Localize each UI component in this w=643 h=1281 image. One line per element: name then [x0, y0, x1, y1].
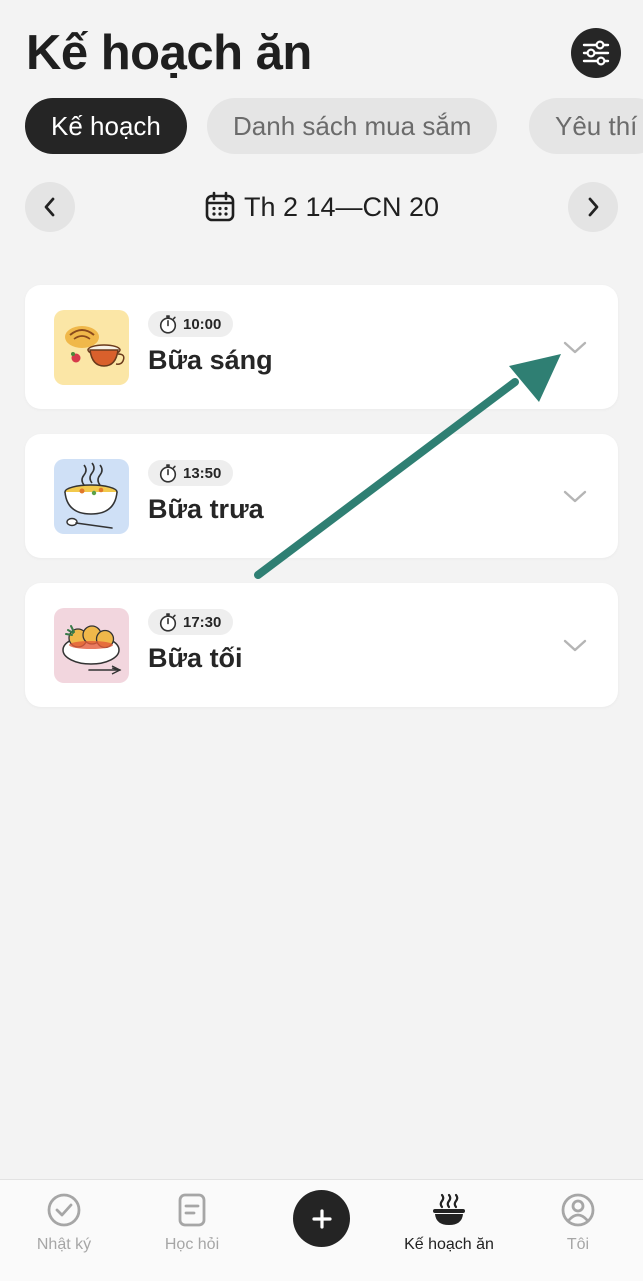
chevron-left-icon — [44, 197, 55, 217]
chevron-down-icon[interactable] — [562, 337, 588, 357]
week-range: Th 2 14—CN 20 — [0, 182, 643, 232]
prev-week-button[interactable] — [25, 182, 75, 232]
nav-label: Kế hoạch ăn — [404, 1236, 494, 1253]
tab-bar: Kế hoạch Danh sách mua sắm Yêu thí — [25, 98, 643, 154]
meal-time: 13:50 — [183, 464, 222, 482]
week-selector: Th 2 14—CN 20 — [0, 182, 643, 232]
tab-favorites[interactable]: Yêu thí — [529, 98, 643, 154]
meal-time-badge: 10:00 — [148, 311, 234, 337]
calendar-icon — [205, 191, 235, 222]
food-bowl-icon — [433, 1193, 465, 1225]
breakfast-illustration-icon — [54, 310, 129, 385]
nav-label: Nhật ký — [36, 1236, 92, 1253]
soup-bowl-illustration-icon — [54, 459, 129, 534]
add-button[interactable] — [293, 1190, 350, 1247]
meal-time-badge: 13:50 — [148, 460, 234, 486]
meal-card-lunch[interactable]: 13:50 Bữa trưa — [25, 434, 618, 558]
document-icon — [178, 1193, 206, 1227]
profile-icon — [561, 1193, 595, 1227]
meal-name: Bữa tối — [148, 643, 243, 673]
next-week-button[interactable] — [568, 182, 618, 232]
stopwatch-icon — [159, 315, 177, 334]
meal-time: 10:00 — [183, 315, 222, 333]
meal-card-breakfast[interactable]: 10:00 Bữa sáng — [25, 285, 618, 409]
dinner-plate-illustration-icon — [54, 608, 129, 683]
filter-button[interactable] — [571, 28, 621, 78]
chevron-down-icon[interactable] — [562, 635, 588, 655]
meal-time-badge: 17:30 — [148, 609, 234, 635]
plus-icon — [311, 1208, 332, 1229]
tab-plan[interactable]: Kế hoạch — [25, 98, 187, 154]
tab-shopping-list[interactable]: Danh sách mua sắm — [207, 98, 498, 154]
chevron-right-icon — [588, 197, 599, 217]
meal-card-dinner[interactable]: 17:30 Bữa tối — [25, 583, 618, 707]
week-range-label: Th 2 14—CN 20 — [243, 191, 440, 222]
check-circle-icon — [47, 1193, 81, 1227]
meal-time: 17:30 — [183, 613, 222, 631]
nav-meal-plan[interactable]: Kế hoạch ăn — [385, 1180, 513, 1281]
nav-profile[interactable]: Tôi — [514, 1180, 642, 1281]
nav-learn[interactable]: Học hỏi — [128, 1180, 256, 1281]
stopwatch-icon — [159, 464, 177, 483]
meal-name: Bữa trưa — [148, 494, 264, 524]
nav-journal[interactable]: Nhật ký — [0, 1180, 128, 1281]
meal-name: Bữa sáng — [148, 345, 273, 375]
page-title: Kế hoạch ăn — [26, 26, 312, 80]
chevron-down-icon[interactable] — [562, 486, 588, 506]
nav-label: Tôi — [566, 1236, 590, 1253]
stopwatch-icon — [159, 613, 177, 632]
nav-label: Học hỏi — [164, 1236, 220, 1253]
sliders-icon — [582, 40, 610, 66]
